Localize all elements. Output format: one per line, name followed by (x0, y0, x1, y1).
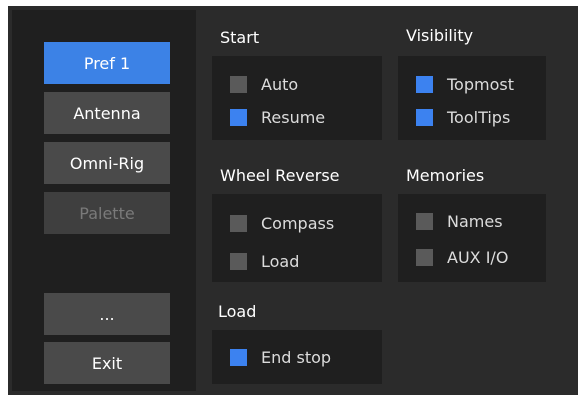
preferences-window: Pref 1 Antenna Omni-Rig Palette ... Exit… (8, 6, 578, 395)
aux-io-checkbox-box (416, 248, 433, 266)
compass-checkbox-label: Compass (261, 213, 335, 233)
memories-group: Names AUX I/O (398, 194, 546, 282)
wheel-reverse-group-title: Wheel Reverse (220, 166, 340, 185)
wheel-reverse-group: Compass Load (212, 194, 382, 282)
aux-io-checkbox[interactable]: AUX I/O (416, 246, 508, 268)
wheel-load-checkbox-label: Load (261, 251, 300, 271)
topmost-checkbox-label: Topmost (447, 74, 514, 94)
start-group: Auto Resume (212, 56, 382, 140)
end-stop-checkbox-label: End stop (261, 347, 332, 367)
auto-checkbox-box (230, 75, 247, 93)
start-group-title: Start (220, 28, 260, 47)
compass-checkbox-box (230, 214, 247, 232)
exit-button[interactable]: Exit (44, 342, 170, 384)
memories-group-title: Memories (406, 166, 485, 185)
wheel-load-checkbox[interactable]: Load (230, 250, 299, 272)
nav-omnirig-button[interactable]: Omni-Rig (44, 142, 170, 184)
topmost-checkbox[interactable]: Topmost (416, 73, 514, 95)
load-group-title: Load (218, 302, 257, 321)
tooltips-checkbox[interactable]: ToolTips (416, 106, 510, 128)
tooltips-checkbox-label: ToolTips (447, 107, 511, 127)
sidebar: Pref 1 Antenna Omni-Rig Palette ... Exit (12, 10, 196, 391)
nav-antenna-button[interactable]: Antenna (44, 92, 170, 134)
visibility-group-title: Visibility (406, 26, 474, 45)
end-stop-checkbox[interactable]: End stop (230, 346, 331, 368)
resume-checkbox-box (230, 108, 247, 126)
names-checkbox[interactable]: Names (416, 210, 503, 232)
aux-io-checkbox-label: AUX I/O (447, 247, 509, 267)
names-checkbox-box (416, 212, 433, 230)
topmost-checkbox-box (416, 75, 433, 93)
nav-pref1-button[interactable]: Pref 1 (44, 42, 170, 84)
resume-checkbox-label: Resume (261, 107, 326, 127)
auto-checkbox[interactable]: Auto (230, 73, 298, 95)
nav-palette-button: Palette (44, 192, 170, 234)
end-stop-checkbox-box (230, 348, 247, 366)
visibility-group: Topmost ToolTips (398, 56, 546, 140)
auto-checkbox-label: Auto (261, 74, 299, 94)
compass-checkbox[interactable]: Compass (230, 212, 334, 234)
load-group: End stop (212, 330, 382, 384)
tooltips-checkbox-box (416, 108, 433, 126)
resume-checkbox[interactable]: Resume (230, 106, 325, 128)
names-checkbox-label: Names (447, 211, 503, 231)
wheel-load-checkbox-box (230, 252, 247, 270)
more-button[interactable]: ... (44, 293, 170, 335)
